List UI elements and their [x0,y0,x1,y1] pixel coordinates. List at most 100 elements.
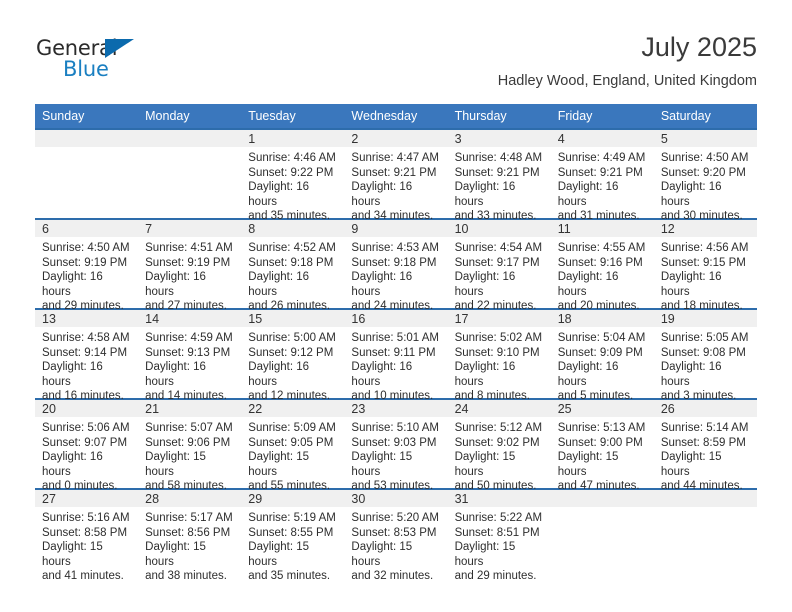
calendar-day-cell[interactable]: 30 Sunrise: 5:20 AM Sunset: 8:53 PM Dayligh… [344,488,448,582]
calendar-day-cell[interactable]: 23 Sunrise: 5:10 AM Sunset: 9:03 PM Dayligh… [344,398,448,492]
column-header-monday: Monday [138,104,242,129]
sunset-text: Sunset: 9:06 PM [145,436,231,449]
calendar-day-cell[interactable]: 11 Sunrise: 4:55 AM Sunset: 9:16 PM Dayligh… [550,218,654,312]
sunrise-text: Sunrise: 5:05 AM [660,332,749,344]
calendar-week-row: 27 Sunrise: 5:16 AM Sunset: 8:58 PM Dayligh… [35,488,757,582]
calendar-day-cell[interactable]: 3 Sunrise: 4:48 AM Sunset: 9:21 PM Daylight… [447,128,551,222]
calendar-day-cell[interactable]: 25 Sunrise: 5:13 AM Sunset: 9:00 PM Dayligh… [550,398,654,492]
day-details: Sunrise: 5:20 AM Sunset: 8:53 PM Daylight:… [344,507,447,584]
calendar-day-cell[interactable]: 5 Sunrise: 4:50 AM Sunset: 9:20 PM Daylight… [653,128,757,222]
calendar-week-row: 20 Sunrise: 5:06 AM Sunset: 9:07 PM Dayligh… [35,398,757,492]
sunset-text: Sunset: 9:17 PM [454,256,540,269]
daylight-text-line1: Daylight: 16 hours [557,181,619,208]
day-number: 22 [241,400,345,417]
logo-text-blue: Blue [63,57,109,81]
general-blue-logo: General Blue [36,36,156,86]
calendar-day-cell[interactable]: 22 Sunrise: 5:09 AM Sunset: 9:05 PM Dayligh… [241,398,345,492]
day-details: Sunrise: 4:51 AM Sunset: 9:19 PM Daylight:… [138,237,241,314]
calendar-day-cell[interactable]: 16 Sunrise: 5:01 AM Sunset: 9:11 PM Dayligh… [344,308,448,402]
day-number: 12 [653,220,757,237]
day-details: Sunrise: 5:16 AM Sunset: 8:58 PM Daylight:… [35,507,138,584]
calendar-day-cell[interactable]: 13 Sunrise: 4:58 AM Sunset: 9:14 PM Dayligh… [35,308,139,402]
calendar-day-cell[interactable]: 6 Sunrise: 4:50 AM Sunset: 9:19 PM Daylight… [35,218,139,312]
daylight-text-line1: Daylight: 16 hours [454,361,516,388]
calendar-day-cell[interactable]: 27 Sunrise: 5:16 AM Sunset: 8:58 PM Dayligh… [35,488,139,582]
calendar-day-cell[interactable]: 8 Sunrise: 4:52 AM Sunset: 9:18 PM Daylight… [241,218,345,312]
day-cell-inner: 30 Sunrise: 5:20 AM Sunset: 8:53 PM Dayligh… [344,490,448,582]
day-details: Sunrise: 4:52 AM Sunset: 9:18 PM Daylight:… [241,237,344,314]
day-number: 7 [138,220,242,237]
sunrise-text: Sunrise: 5:14 AM [660,422,749,434]
sunset-text: Sunset: 9:07 PM [42,436,128,449]
day-cell-inner: 13 Sunrise: 4:58 AM Sunset: 9:14 PM Dayligh… [35,310,139,402]
day-cell-inner: 4 Sunrise: 4:49 AM Sunset: 9:21 PM Daylight… [550,130,654,222]
sunset-text: Sunset: 9:12 PM [248,346,334,359]
calendar-day-cell[interactable]: 29 Sunrise: 5:19 AM Sunset: 8:55 PM Dayligh… [241,488,345,582]
day-cell-inner: 12 Sunrise: 4:56 AM Sunset: 9:15 PM Dayligh… [653,220,757,312]
sunrise-text: Sunrise: 5:00 AM [248,332,336,344]
sunrise-text: Sunrise: 5:04 AM [557,332,646,344]
day-number: 27 [35,490,139,507]
calendar-day-cell [138,128,242,219]
triangle-icon [105,39,134,58]
sunset-text: Sunset: 8:51 PM [454,526,540,539]
day-cell-inner: 15 Sunrise: 5:00 AM Sunset: 9:12 PM Dayligh… [241,310,345,402]
calendar-day-cell[interactable]: 2 Sunrise: 4:47 AM Sunset: 9:21 PM Daylight… [344,128,448,222]
sunset-text: Sunset: 9:02 PM [454,436,540,449]
calendar-day-cell[interactable]: 1 Sunrise: 4:46 AM Sunset: 9:22 PM Daylight… [241,128,345,222]
sunrise-text: Sunrise: 4:49 AM [557,152,646,164]
calendar-day-cell[interactable]: 9 Sunrise: 4:53 AM Sunset: 9:18 PM Daylight… [344,218,448,312]
daylight-text-line1: Daylight: 16 hours [454,181,516,208]
day-cell-inner: 23 Sunrise: 5:10 AM Sunset: 9:03 PM Dayligh… [344,400,448,492]
day-cell-inner: 2 Sunrise: 4:47 AM Sunset: 9:21 PM Daylight… [344,130,448,222]
calendar-day-cell[interactable]: 20 Sunrise: 5:06 AM Sunset: 9:07 PM Dayligh… [35,398,139,492]
calendar-day-cell[interactable]: 15 Sunrise: 5:00 AM Sunset: 9:12 PM Dayligh… [241,308,345,402]
day-details: Sunrise: 5:10 AM Sunset: 9:03 PM Daylight:… [344,417,447,494]
day-details [551,507,654,511]
daylight-text-line1: Daylight: 16 hours [557,361,619,388]
sunrise-text: Sunrise: 5:20 AM [351,512,439,524]
calendar-day-cell[interactable]: 14 Sunrise: 4:59 AM Sunset: 9:13 PM Dayligh… [138,308,242,402]
daylight-text-line1: Daylight: 15 hours [557,451,619,478]
calendar-day-cell[interactable]: 26 Sunrise: 5:14 AM Sunset: 8:59 PM Dayligh… [653,398,757,492]
day-cell-inner: 6 Sunrise: 4:50 AM Sunset: 9:19 PM Daylight… [35,220,139,312]
calendar-header-row: Sunday Monday Tuesday Wednesday Thursday… [35,104,757,129]
day-details: Sunrise: 5:22 AM Sunset: 8:51 PM Daylight:… [448,507,551,584]
calendar-day-cell[interactable]: 10 Sunrise: 4:54 AM Sunset: 9:17 PM Dayligh… [447,218,551,312]
sunrise-text: Sunrise: 4:46 AM [248,152,336,164]
calendar-day-cell [35,128,139,219]
daylight-text-line1: Daylight: 16 hours [660,361,722,388]
day-cell-inner: 14 Sunrise: 4:59 AM Sunset: 9:13 PM Dayligh… [138,310,242,402]
calendar-week-row: 6 Sunrise: 4:50 AM Sunset: 9:19 PM Daylight… [35,218,757,312]
calendar-day-cell[interactable]: 21 Sunrise: 5:07 AM Sunset: 9:06 PM Dayligh… [138,398,242,492]
calendar-week-row: 13 Sunrise: 4:58 AM Sunset: 9:14 PM Dayligh… [35,308,757,402]
day-cell-inner: 19 Sunrise: 5:05 AM Sunset: 9:08 PM Dayligh… [653,310,757,402]
day-details: Sunrise: 4:55 AM Sunset: 9:16 PM Daylight:… [551,237,654,314]
day-details: Sunrise: 4:53 AM Sunset: 9:18 PM Daylight:… [344,237,447,314]
day-number: 2 [344,130,448,147]
day-cell-inner: 17 Sunrise: 5:02 AM Sunset: 9:10 PM Dayligh… [447,310,551,402]
day-number: 23 [344,400,448,417]
day-number: 3 [447,130,551,147]
sunset-text: Sunset: 9:18 PM [351,256,437,269]
day-number [653,490,757,507]
day-details: Sunrise: 4:59 AM Sunset: 9:13 PM Daylight:… [138,327,241,404]
calendar-day-cell[interactable]: 28 Sunrise: 5:17 AM Sunset: 8:56 PM Dayligh… [138,488,242,582]
calendar-day-cell[interactable]: 12 Sunrise: 4:56 AM Sunset: 9:15 PM Dayligh… [653,218,757,312]
day-number: 1 [241,130,345,147]
column-header-thursday: Thursday [447,104,551,129]
calendar-day-cell[interactable]: 7 Sunrise: 4:51 AM Sunset: 9:19 PM Daylight… [138,218,242,312]
calendar-day-cell[interactable]: 18 Sunrise: 5:04 AM Sunset: 9:09 PM Dayligh… [550,308,654,402]
calendar-day-cell[interactable]: 17 Sunrise: 5:02 AM Sunset: 9:10 PM Dayligh… [447,308,551,402]
day-number: 6 [35,220,139,237]
sunset-text: Sunset: 9:21 PM [454,166,540,179]
daylight-text-line1: Daylight: 16 hours [351,181,413,208]
calendar-day-cell[interactable]: 31 Sunrise: 5:22 AM Sunset: 8:51 PM Dayligh… [447,488,551,582]
day-number: 17 [447,310,551,327]
calendar-day-cell[interactable]: 24 Sunrise: 5:12 AM Sunset: 9:02 PM Dayligh… [447,398,551,492]
day-details: Sunrise: 5:01 AM Sunset: 9:11 PM Daylight:… [344,327,447,404]
sunset-text: Sunset: 9:21 PM [351,166,437,179]
calendar-day-cell[interactable]: 4 Sunrise: 4:49 AM Sunset: 9:21 PM Daylight… [550,128,654,222]
day-number: 15 [241,310,345,327]
calendar-day-cell[interactable]: 19 Sunrise: 5:05 AM Sunset: 9:08 PM Dayligh… [653,308,757,402]
